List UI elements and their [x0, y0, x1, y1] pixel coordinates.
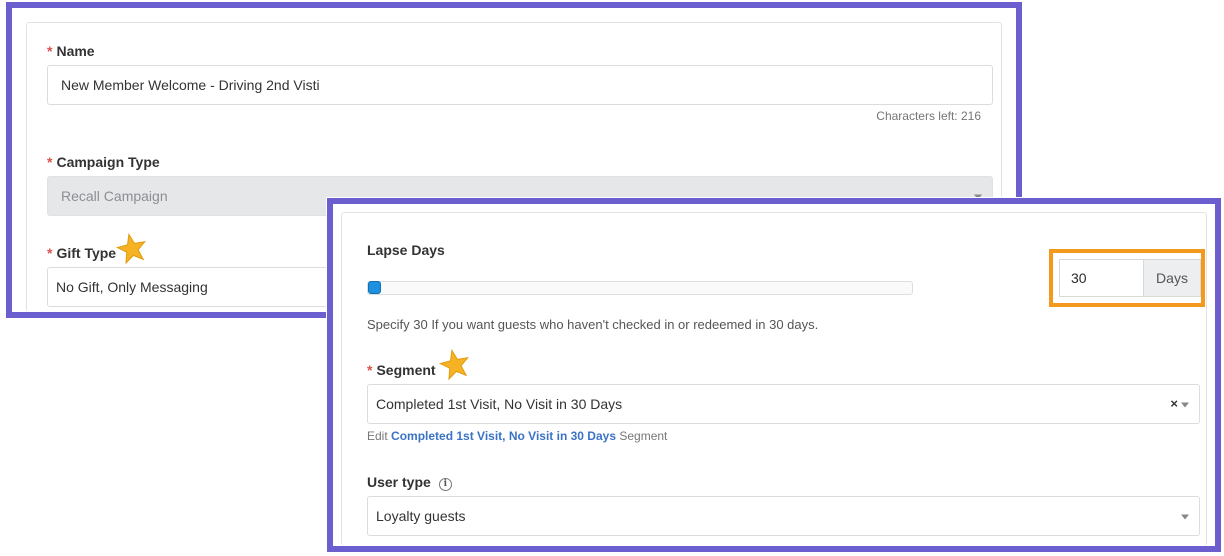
segment-select[interactable]: Completed 1st Visit, No Visit in 30 Days… — [367, 384, 1200, 424]
lapse-days-highlight: 30 Days — [1049, 249, 1205, 307]
star-icon — [115, 232, 146, 265]
recall-settings-card: Lapse Days 30 Days Specify 30 If you wan… — [341, 212, 1207, 546]
info-icon[interactable]: i — [438, 478, 452, 491]
required-mark: * — [47, 154, 53, 170]
lapse-days-label: Lapse Days — [367, 242, 445, 258]
segment-edit-hint: Edit Completed 1st Visit, No Visit in 30… — [367, 429, 668, 443]
edit-segment-link[interactable]: Completed 1st Visit, No Visit in 30 Days — [391, 429, 616, 443]
lapse-days-slider-handle[interactable] — [368, 281, 381, 294]
lapse-days-help: Specify 30 If you want guests who haven'… — [367, 317, 819, 332]
required-mark: * — [47, 43, 53, 59]
user-type-label: User type i — [367, 474, 452, 491]
chevron-down-icon — [1181, 514, 1189, 520]
characters-left: Characters left: 216 — [876, 109, 981, 123]
recall-settings-panel: Lapse Days 30 Days Specify 30 If you wan… — [327, 198, 1221, 552]
required-mark: * — [47, 245, 53, 261]
segment-label: * Segment — [367, 362, 436, 378]
required-mark: * — [367, 362, 373, 378]
lapse-days-slider[interactable] — [367, 281, 913, 295]
campaign-type-label: * Campaign Type — [47, 154, 160, 170]
clear-icon[interactable]: × — [1170, 396, 1178, 411]
name-label: * Name — [47, 43, 95, 59]
lapse-days-input[interactable]: 30 — [1059, 259, 1143, 297]
name-input[interactable]: New Member Welcome - Driving 2nd Visti — [47, 65, 993, 105]
lapse-days-unit: Days — [1143, 259, 1201, 297]
gift-type-label: * Gift Type — [47, 245, 117, 261]
user-type-select[interactable]: Loyalty guests — [367, 496, 1200, 536]
chevron-down-icon — [1181, 402, 1189, 408]
star-icon — [438, 348, 469, 381]
